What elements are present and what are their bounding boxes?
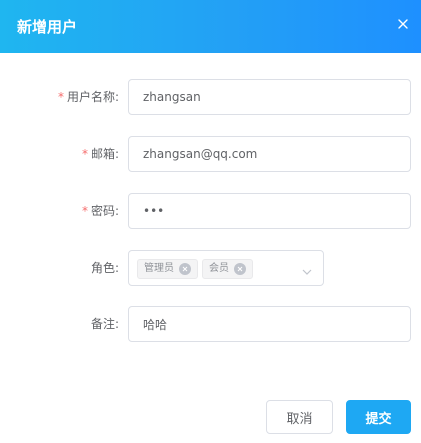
dialog-header: 新增用户 bbox=[0, 0, 421, 53]
remark-input[interactable] bbox=[128, 306, 411, 342]
remark-label: 备注: bbox=[90, 317, 119, 331]
dialog-title: 新增用户 bbox=[17, 18, 78, 36]
role-label: 角色: bbox=[90, 261, 119, 275]
role-tag: 管理员 bbox=[137, 259, 198, 279]
role-tag: 会员 bbox=[202, 259, 253, 279]
tag-close-icon[interactable] bbox=[234, 263, 246, 275]
cancel-button[interactable]: 取消 bbox=[266, 400, 333, 434]
email-label: * 邮箱: bbox=[81, 147, 119, 161]
form-row-email: * 邮箱: bbox=[0, 136, 421, 172]
form-row-username: * 用户名称: bbox=[0, 79, 421, 115]
username-input[interactable] bbox=[128, 79, 411, 115]
chevron-down-icon[interactable] bbox=[301, 263, 313, 275]
required-star: * bbox=[57, 90, 64, 104]
add-user-dialog: 新增用户 *用户名称: *邮箱: *密码: 角色: 管理员 bbox=[0, 0, 421, 443]
form-row-remark: 备注: bbox=[0, 306, 421, 342]
role-tag-label: 管理员 bbox=[144, 263, 174, 274]
required-star: * bbox=[81, 147, 88, 161]
password-label: * 密码: bbox=[81, 204, 119, 218]
email-input[interactable] bbox=[128, 136, 411, 172]
role-select[interactable]: 管理员 会员 bbox=[128, 250, 324, 286]
required-star: * bbox=[81, 204, 88, 218]
close-icon[interactable] bbox=[395, 16, 411, 32]
username-label: * 用户名称: bbox=[57, 90, 119, 104]
password-input[interactable] bbox=[128, 193, 411, 229]
submit-button[interactable]: 提交 bbox=[346, 400, 411, 434]
role-tag-label: 会员 bbox=[209, 263, 229, 274]
form-row-password: * 密码: bbox=[0, 193, 421, 229]
tag-close-icon[interactable] bbox=[179, 263, 191, 275]
form-row-role: 角色: 管理员 会员 bbox=[0, 250, 421, 286]
